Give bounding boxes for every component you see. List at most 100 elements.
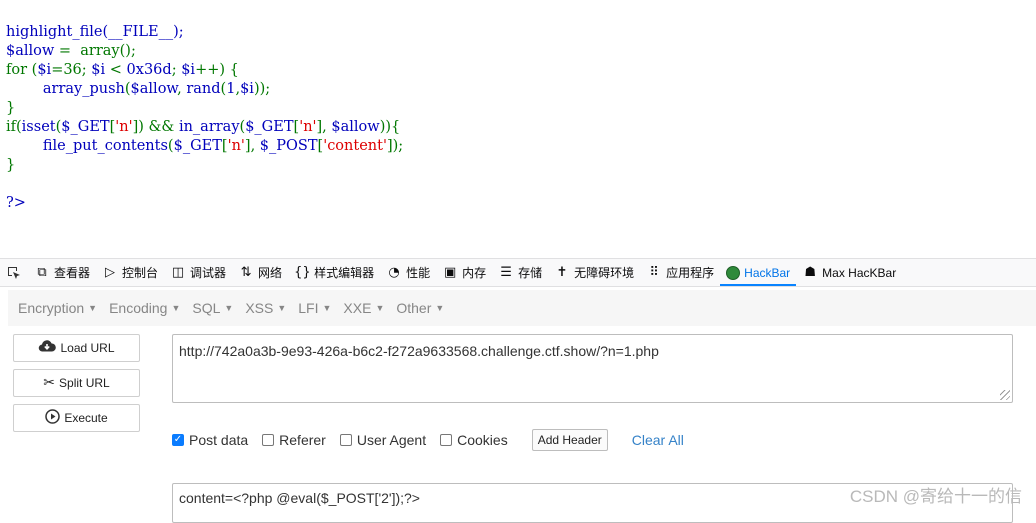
tab-max-hackbar[interactable]: ☗ Max HacKBar <box>796 259 902 286</box>
caret-down-icon: ▼ <box>224 303 234 313</box>
tab-application[interactable]: ⠿ 应用程序 <box>640 259 720 286</box>
user-agent-option[interactable]: User Agent <box>339 432 427 448</box>
performance-icon: ◔ <box>388 265 400 280</box>
code-token: for <box>6 62 28 78</box>
button-label: Load URL <box>60 341 115 355</box>
php-source-code: highlight_file(__FILE__); $allow = array(… <box>6 4 403 232</box>
tab-accessibility[interactable]: ✝ 无障碍环境 <box>548 259 640 286</box>
referer-option[interactable]: Referer <box>262 432 326 448</box>
clear-all-link[interactable]: Clear All <box>632 432 684 448</box>
menu-encryption[interactable]: Encryption ▼ <box>8 300 103 316</box>
post-data-checkbox[interactable]: ✓ <box>172 434 184 446</box>
option-label: User Agent <box>356 432 427 448</box>
memory-icon: ▣ <box>443 265 457 280</box>
code-token: } <box>6 157 16 173</box>
menu-xss[interactable]: XSS ▼ <box>239 300 292 316</box>
add-header-button[interactable]: Add Header <box>531 429 608 451</box>
hackbar-icon <box>726 265 741 280</box>
tab-style-editor[interactable]: {} 样式编辑器 <box>288 259 380 286</box>
url-textarea[interactable]: http://742a0a3b-9e93-426a-b6c2-f272a9633… <box>172 334 1013 403</box>
code-token: ++) { <box>195 62 239 78</box>
code-token: )); <box>253 81 271 97</box>
code-token: if( <box>6 119 22 135</box>
split-url-button[interactable]: ✂ Split URL <box>13 369 140 397</box>
tab-console[interactable]: ▷ 控制台 <box>96 259 164 286</box>
cloud-download-icon <box>38 339 57 357</box>
watermark: CSDN @寄给十一的信 <box>849 487 1022 506</box>
code-token: $_GET <box>61 119 110 135</box>
tab-debugger[interactable]: ◫ 调试器 <box>164 259 232 286</box>
cookies-option[interactable]: Cookies <box>440 432 508 448</box>
tab-label: 内存 <box>462 266 487 280</box>
load-url-button[interactable]: Load URL <box>13 334 140 362</box>
tab-network[interactable]: ⇅ 网络 <box>232 259 288 286</box>
button-label: Split URL <box>59 376 110 390</box>
code-token: ?> <box>6 195 26 211</box>
menu-sql[interactable]: SQL ▼ <box>186 300 239 316</box>
button-label: Execute <box>64 411 108 425</box>
tab-label: Max HacKBar <box>822 265 897 280</box>
tab-label: 调试器 <box>190 266 227 280</box>
tab-label: 网络 <box>258 266 283 280</box>
cookies-checkbox[interactable] <box>440 434 453 446</box>
accessibility-icon: ✝ <box>556 265 568 280</box>
inspector-icon: ⧉ <box>37 265 47 280</box>
menu-other[interactable]: Other ▼ <box>390 300 450 316</box>
menu-label: Encoding <box>109 300 168 316</box>
code-line-2: $allow = array(); <box>6 42 403 61</box>
code-line-1: highlight_file(__FILE__); <box>6 23 403 42</box>
url-value: http://742a0a3b-9e93-426a-b6c2-f272a9633… <box>179 343 659 359</box>
code-token: $i <box>37 62 52 78</box>
element-picker-icon[interactable] <box>0 259 28 286</box>
execute-button[interactable]: Execute <box>13 404 140 432</box>
menu-label: Encryption <box>18 300 85 316</box>
network-icon: ⇅ <box>240 265 252 280</box>
caret-down-icon: ▼ <box>322 303 332 313</box>
code-line-6: if(isset($_GET['n']) && in_array($_GET['… <box>6 118 403 137</box>
referer-checkbox[interactable] <box>262 434 275 446</box>
tab-label: 控制台 <box>122 266 159 280</box>
code-line-3: for ($i=36; $i < 0x36d; $i++) { <box>6 61 403 80</box>
code-token: $allow <box>6 43 55 59</box>
code-token: ; <box>171 62 182 78</box>
tab-inspector[interactable]: ⧉ 查看器 <box>28 259 96 286</box>
option-label: Post data <box>189 432 249 448</box>
tab-performance[interactable]: ◔ 性能 <box>380 259 436 286</box>
code-token: in_array <box>178 119 240 135</box>
code-token: 0x36d <box>126 62 172 78</box>
menu-lfi[interactable]: LFI ▼ <box>292 300 337 316</box>
code-line-8: } <box>6 156 403 175</box>
code-token: $i <box>181 62 196 78</box>
menu-xxe[interactable]: XXE ▼ <box>337 300 390 316</box>
max-hackbar-icon: ☗ <box>804 265 816 280</box>
play-circle-icon <box>45 408 61 428</box>
code-token: (); <box>119 43 136 59</box>
post-data-option[interactable]: ✓ Post data <box>172 432 248 448</box>
tab-memory[interactable]: ▣ 内存 <box>436 259 492 286</box>
menu-label: XSS <box>245 300 274 316</box>
console-icon: ▷ <box>105 265 116 280</box>
code-token: =36; <box>51 62 87 78</box>
code-token: array_push <box>42 81 125 97</box>
caret-down-icon: ▼ <box>435 303 445 313</box>
user-agent-checkbox[interactable] <box>339 434 352 446</box>
menu-encoding[interactable]: Encoding ▼ <box>103 300 186 316</box>
caret-down-icon: ▼ <box>375 303 385 313</box>
debugger-icon: ◫ <box>171 265 185 280</box>
tab-label: 应用程序 <box>666 266 715 280</box>
tab-storage[interactable]: ☰ 存储 <box>492 259 548 286</box>
code-token: $allow <box>130 81 178 97</box>
menu-label: LFI <box>298 300 319 316</box>
code-token: 'n' <box>115 119 133 135</box>
resize-grip-icon[interactable] <box>1000 390 1010 400</box>
code-token: $_GET <box>173 138 222 154</box>
code-token: $allow <box>331 119 380 135</box>
scissors-icon: ✂ <box>43 375 56 391</box>
storage-icon: ☰ <box>500 265 512 280</box>
code-line-10: ?> <box>6 194 403 213</box>
tab-hackbar[interactable]: HackBar <box>720 259 797 286</box>
hackbar-menubar: Encryption ▼ Encoding ▼ SQL ▼ XSS ▼ LFI ▼ XXE… <box>8 290 1036 326</box>
code-token: rand <box>186 81 221 97</box>
